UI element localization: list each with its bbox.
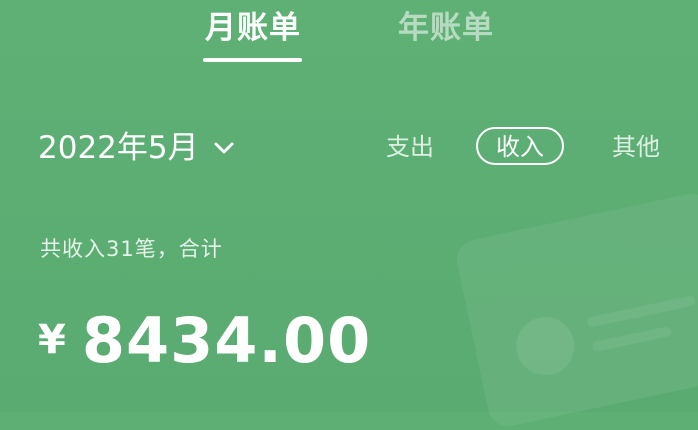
active-tab-indicator [203,58,302,62]
total-amount: ¥ 8434.00 [38,300,371,380]
amount-value: 8434.00 [81,303,372,377]
filter-expense[interactable]: 支出 [380,127,440,167]
card-watermark [453,190,698,430]
bill-tabs: 月账单 年账单 [0,0,698,70]
filter-income[interactable]: 收入 [476,127,564,165]
period-label: 2022年5月 [38,130,199,166]
chevron-down-icon [213,137,235,159]
currency-symbol: ¥ [38,317,66,363]
income-summary-text: 共收入31笔，合计 [40,237,223,261]
filter-other[interactable]: 其他 [606,127,666,167]
watermark-line [591,325,672,353]
watermark-line [586,295,697,328]
tab-yearly-bill[interactable]: 年账单 [396,8,496,48]
bill-screen: 月账单 年账单 2022年5月 支出 收入 其他 共收入31笔，合计 ¥ 843… [0,0,698,430]
watermark-circle [510,311,580,381]
period-selector[interactable]: 2022年5月 [38,126,235,170]
tab-monthly-bill[interactable]: 月账单 [203,8,303,48]
